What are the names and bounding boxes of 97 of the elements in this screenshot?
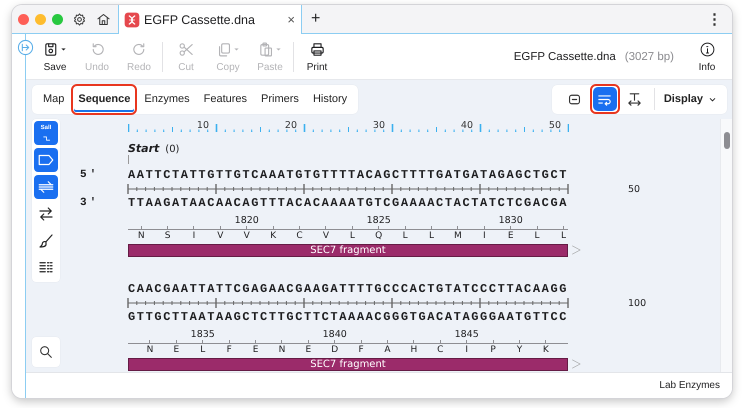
amino-acid: L <box>534 230 541 242</box>
amino-acid: F <box>358 344 365 356</box>
ruler-number: 40 <box>460 119 474 132</box>
amino-acid: N <box>146 344 154 356</box>
view-tab[interactable]: Map <box>39 86 68 112</box>
amino-acid: K <box>542 344 550 356</box>
copy-icon <box>216 41 233 58</box>
amino-acid: D <box>330 344 340 356</box>
swap-arrows-icon <box>37 205 55 223</box>
display-menu-button[interactable]: Display <box>658 93 725 105</box>
amino-acid: I <box>464 344 469 356</box>
new-tab-button[interactable]: + <box>311 10 320 28</box>
double-strand-icon <box>37 178 55 196</box>
amino-acid: L <box>199 344 206 356</box>
ruler-number: 10 <box>196 119 210 132</box>
app-logo-icon <box>124 12 140 28</box>
start-position: (0) <box>165 144 180 155</box>
amino-acid-number: 1835 <box>190 329 216 340</box>
amino-acid-number: 1830 <box>498 215 524 226</box>
amino-acid: P <box>489 344 497 356</box>
strand-label: 5' <box>79 169 100 181</box>
amino-acid: K <box>269 230 278 242</box>
redo-icon <box>130 41 148 58</box>
paintbrush-icon <box>37 232 55 250</box>
amino-acid: L <box>402 230 409 242</box>
start-label: Start <box>128 142 160 155</box>
caret-icon <box>60 46 67 53</box>
double-strand-toggle[interactable] <box>34 175 58 199</box>
amino-acid: Y <box>516 344 524 356</box>
settings-icon[interactable] <box>72 12 87 26</box>
view-tab[interactable]: Features <box>200 86 252 112</box>
tab-title: EGFP Cassette.dna <box>144 12 256 26</box>
info-icon <box>698 41 716 58</box>
feature-bar[interactable]: SEC7 fragment <box>128 244 568 256</box>
amino-acid: E <box>172 344 180 356</box>
amino-acid: E <box>506 230 514 242</box>
ruler-number: 30 <box>372 119 386 132</box>
info-button[interactable]: Info <box>686 40 728 72</box>
amino-acid: N <box>136 230 146 242</box>
bottom-strand-sequence: GTTGCTTAATAAGCTCTTGCTTCTAAAACGGGTGACATAGGGAATGTTCC <box>128 310 568 324</box>
printer-icon <box>308 41 326 58</box>
top-strand-sequence: CAACGAATTATTCGAGAACGAAGATTTTGCCCACTGTATCCCTTACAAGG <box>128 282 568 296</box>
amino-acid-number: 1845 <box>454 329 480 340</box>
amino-acid: M <box>453 230 463 242</box>
sidebar-toggle-icon[interactable] <box>17 39 34 56</box>
amino-acid: V <box>216 230 224 242</box>
top-strand-sequence: AATTCTATTGTTGTCAAATGTGTTTTACAGCTTTTGATGATAGAGCTGCT <box>128 168 568 182</box>
amino-acid: S <box>164 230 172 242</box>
scissors-icon <box>178 41 194 58</box>
bottom-strand-sequence: TTAAGATAACAACAGTTTACACAAAATGTCGAAAACTACTATCTCGACGA <box>128 196 568 210</box>
printer-button[interactable]: Print <box>296 40 338 72</box>
strand-label: 3' <box>79 197 100 209</box>
search-button[interactable] <box>32 337 60 367</box>
amino-acid: C <box>295 230 304 242</box>
amino-acid: I <box>192 230 196 242</box>
amino-acid: V <box>322 230 330 242</box>
view-tab[interactable]: Enzymes <box>140 86 194 112</box>
amino-acid: L <box>560 230 567 242</box>
amino-acid: H <box>410 344 418 356</box>
amino-acid: L <box>348 230 356 242</box>
ruler-number: 50 <box>548 119 562 132</box>
amino-acid: I <box>482 230 487 242</box>
fit-width-icon <box>626 90 644 108</box>
amino-acid: E <box>252 344 260 356</box>
amino-acid: L <box>428 230 435 242</box>
amino-acid: N <box>278 344 286 356</box>
search-icon <box>38 344 54 360</box>
more-menu-button[interactable]: ⋮ <box>707 10 722 28</box>
amino-acid-number: 1840 <box>322 329 348 340</box>
amino-acid: Q <box>374 230 384 242</box>
view-tab[interactable]: Sequence <box>74 86 134 112</box>
feature-bar[interactable]: SEC7 fragment <box>128 358 568 370</box>
amino-acid-number: 1820 <box>234 215 260 226</box>
document-tab[interactable]: EGFP Cassette.dna × <box>118 5 302 34</box>
amino-acid: V <box>242 230 251 242</box>
caret-icon <box>275 46 282 53</box>
close-window-button[interactable] <box>18 14 29 24</box>
amino-acid: F <box>226 344 233 356</box>
amino-acid: A <box>383 344 392 356</box>
scrollbar[interactable] <box>720 119 732 372</box>
view-tab[interactable]: Primers <box>257 86 303 112</box>
amino-acid: E <box>304 344 312 356</box>
close-tab-button[interactable]: × <box>287 12 295 27</box>
amino-acid: C <box>436 344 444 356</box>
sequence-length: (3027 bp) <box>624 50 674 62</box>
floppy-disk-button[interactable]: Save <box>34 40 76 72</box>
feature-tag-toggle[interactable] <box>34 148 58 172</box>
home-icon[interactable] <box>96 12 111 26</box>
caret-icon <box>233 46 240 53</box>
base-count: 100 <box>628 298 646 308</box>
ruler-number: 20 <box>284 119 298 132</box>
enzyme-set-label: Lab Enzymes <box>659 380 720 391</box>
document-name: EGFP Cassette.dna <box>514 50 616 62</box>
view-tab[interactable]: History <box>308 86 352 112</box>
amino-acid-number: 1825 <box>366 215 392 226</box>
paste-icon <box>258 41 275 58</box>
base-count: 50 <box>628 184 640 194</box>
